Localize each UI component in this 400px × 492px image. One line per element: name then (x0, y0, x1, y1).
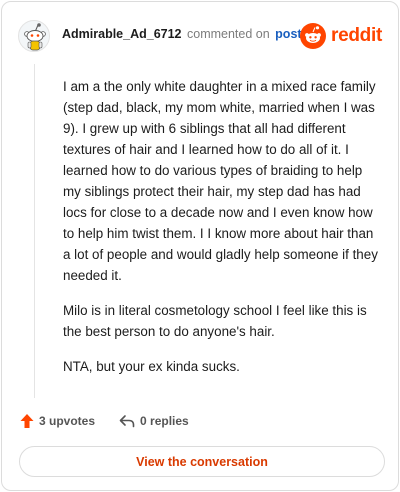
snoo-avatar-icon[interactable] (18, 20, 50, 52)
upvote-button[interactable]: 3 upvotes (20, 413, 95, 429)
comment-actions: 3 upvotes 0 replies (20, 411, 189, 431)
reddit-logo-icon (300, 23, 327, 49)
reply-button[interactable]: 0 replies (119, 414, 189, 428)
view-conversation-button[interactable]: View the conversation (19, 446, 385, 477)
thread-line (34, 64, 35, 398)
comment-body: I am a the only white daughter in a mixe… (63, 76, 379, 391)
reddit-brand[interactable]: reddit (300, 21, 382, 51)
comment-paragraph: NTA, but your ex kinda sucks. (63, 359, 240, 374)
username-link[interactable]: Admirable_Ad_6712 (62, 27, 182, 41)
reply-count: 0 replies (140, 414, 189, 428)
comment-header: Admirable_Ad_6712 commented on post redd… (18, 16, 382, 56)
reddit-wordmark: reddit (331, 25, 382, 46)
post-link[interactable]: post (275, 27, 301, 41)
commented-on-label: commented on (187, 27, 270, 41)
upvote-count: 3 upvotes (39, 414, 96, 428)
comment-paragraph: Milo is in literal cosmetology school I … (63, 303, 367, 339)
reply-arrow-icon (119, 415, 135, 428)
comment-paragraph: I am a the only white daughter in a mixe… (63, 79, 378, 283)
comment-card: Admirable_Ad_6712 commented on post redd… (1, 1, 399, 491)
upvote-arrow-icon (20, 414, 34, 428)
comment-meta: Admirable_Ad_6712 commented on post (62, 27, 302, 41)
